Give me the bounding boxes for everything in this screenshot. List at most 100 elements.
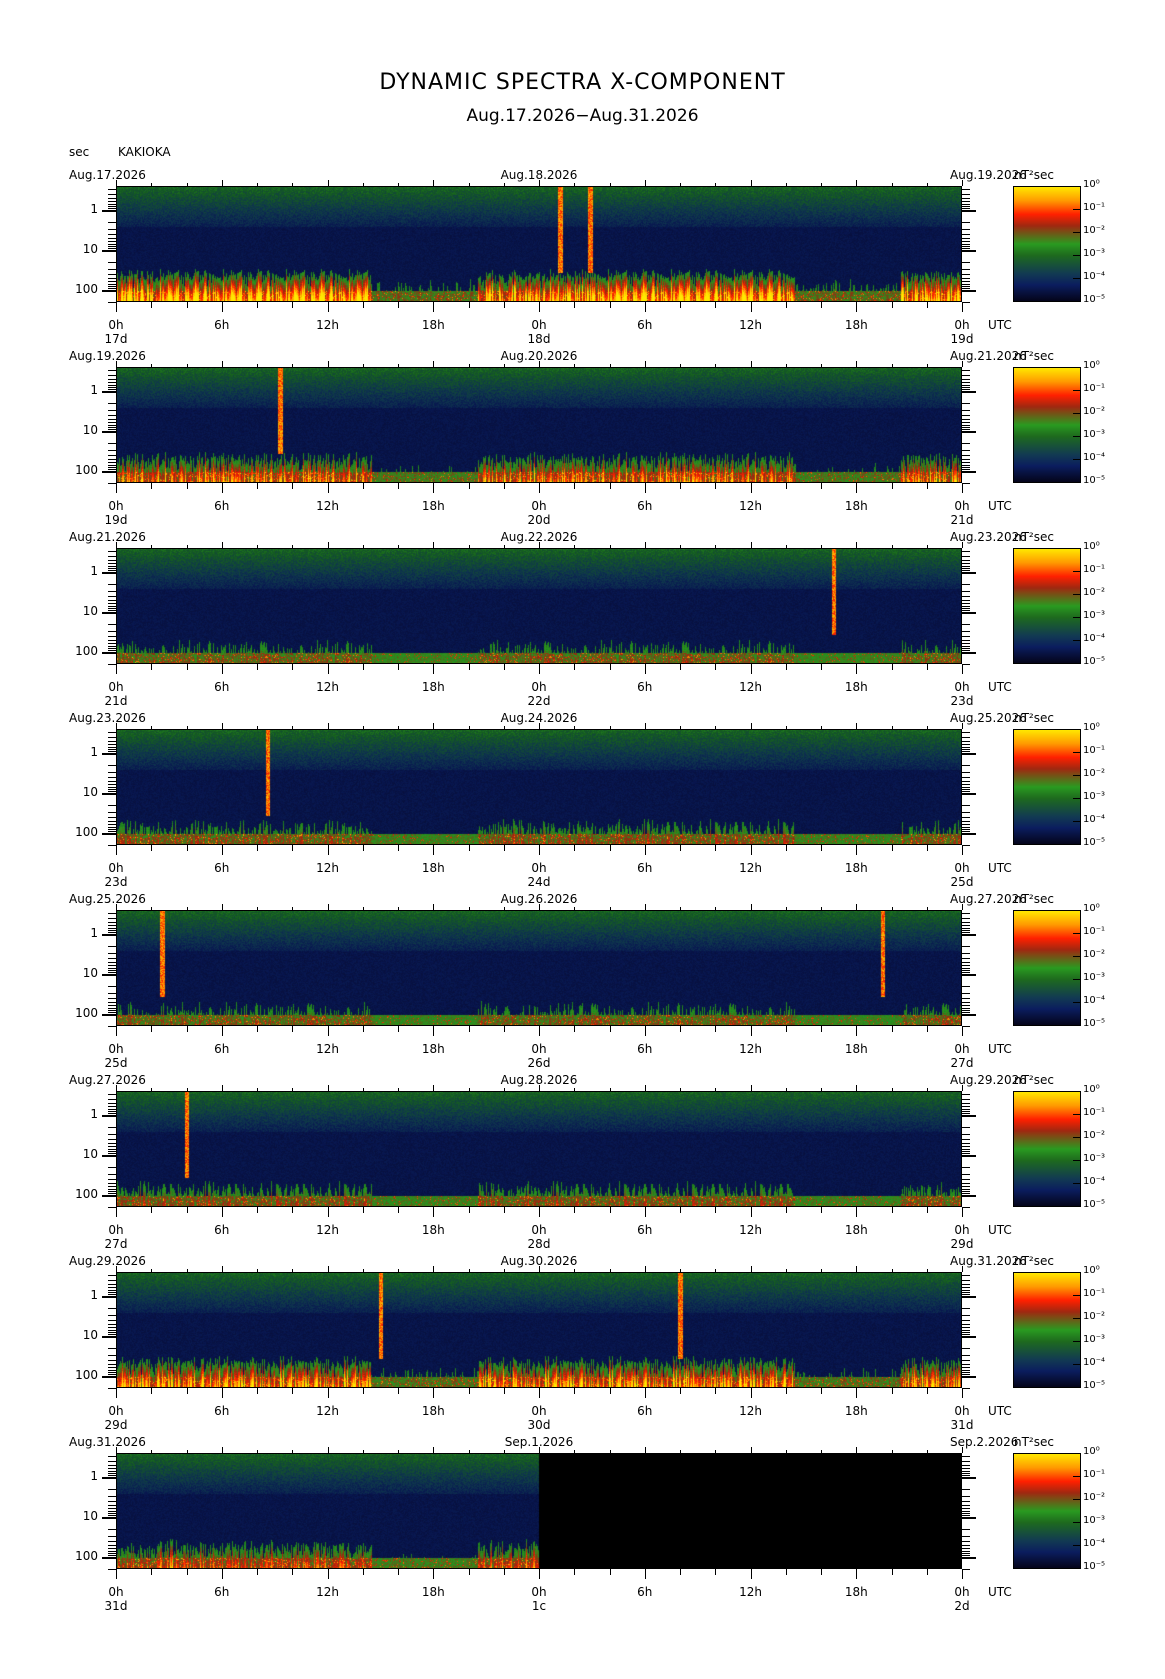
y-tick	[962, 753, 976, 756]
x-tick	[257, 1388, 258, 1394]
x-tick-label: 6h	[214, 1404, 230, 1418]
y-tick	[108, 744, 116, 746]
y-tick-label: 1	[90, 564, 98, 579]
x-tick	[292, 1450, 294, 1453]
x-tick	[856, 664, 858, 674]
day-label-right: 31d	[950, 1418, 974, 1432]
x-tick-label: 18h	[421, 318, 445, 332]
x-tick	[186, 545, 188, 548]
y-tick	[102, 391, 116, 394]
x-tick	[398, 726, 399, 729]
x-tick	[292, 1026, 294, 1032]
panel-frame	[116, 910, 962, 1026]
y-tick	[108, 1099, 116, 1101]
y-tick	[962, 1367, 970, 1369]
colorbar-tick	[1073, 844, 1081, 845]
y-tick	[962, 250, 976, 252]
y-tick-label: 10	[82, 966, 98, 980]
y-tick	[108, 829, 116, 831]
colorbar	[1013, 729, 1081, 845]
y-tick-label: 100	[75, 1186, 98, 1201]
x-tick-label: 6h	[214, 861, 230, 875]
y-tick	[108, 664, 116, 665]
colorbar-tick-label: 10⁻²	[1083, 768, 1106, 779]
y-tick	[108, 1186, 116, 1188]
x-tick	[821, 1088, 822, 1091]
day-label-left: 31d	[104, 1599, 128, 1613]
y-tick-label: 10	[82, 423, 98, 437]
x-tick	[539, 1388, 540, 1398]
x-tick	[750, 1266, 752, 1272]
x-tick-label: 6h	[637, 861, 653, 875]
x-tick	[116, 1085, 117, 1091]
y-tick	[108, 772, 116, 774]
y-tick	[108, 737, 116, 739]
y-tick	[962, 1332, 970, 1334]
x-tick	[327, 1026, 329, 1036]
x-tick	[574, 1388, 576, 1394]
y-tick	[108, 277, 116, 279]
colorbar-tick-label: 10⁻¹	[1083, 202, 1106, 213]
y-tick	[108, 483, 116, 484]
x-tick	[750, 1569, 752, 1579]
y-tick	[108, 458, 116, 460]
day-label-left: 21d	[104, 694, 128, 708]
x-tick	[151, 302, 153, 308]
x-tick	[715, 726, 717, 729]
x-tick	[644, 361, 646, 367]
x-tick	[539, 904, 540, 910]
x-tick	[785, 364, 787, 367]
x-tick	[257, 183, 258, 186]
x-tick	[785, 1569, 787, 1575]
x-tick	[609, 483, 611, 489]
y-tick	[108, 286, 116, 288]
x-tick	[503, 302, 505, 308]
colorbar-tick-label: 10⁻³	[1083, 972, 1106, 983]
colorbar-tick	[1073, 1387, 1081, 1388]
x-tick	[821, 1207, 822, 1213]
day-label-left: 25d	[104, 1056, 128, 1070]
colorbar-tick	[1073, 1183, 1081, 1184]
y-tick	[108, 777, 116, 779]
x-tick	[186, 726, 188, 729]
x-tick	[609, 845, 611, 851]
x-tick	[539, 302, 540, 312]
panel-date-left: Aug.21.2026	[69, 530, 146, 544]
x-tick	[644, 180, 646, 186]
colorbar-tick-label: 10⁻⁴	[1083, 1357, 1106, 1368]
y-tick	[962, 1501, 970, 1503]
x-tick	[609, 1569, 611, 1575]
y-tick	[102, 1375, 116, 1378]
y-tick	[962, 1026, 970, 1027]
colorbar-tick-label: 10⁰	[1083, 1084, 1100, 1095]
x-tick-label: 18h	[421, 499, 445, 513]
y-tick	[962, 741, 970, 743]
x-tick	[398, 1269, 399, 1272]
y-tick	[102, 753, 116, 756]
x-tick	[785, 1088, 787, 1091]
y-tick	[108, 1504, 116, 1506]
x-tick	[327, 1569, 329, 1579]
x-tick	[715, 907, 717, 910]
day-label-mid: 20d	[527, 513, 551, 527]
colorbar-tick-label: 10⁻⁴	[1083, 814, 1106, 825]
x-tick	[785, 545, 787, 548]
x-tick	[433, 1447, 435, 1453]
y-tick	[102, 210, 116, 213]
y-tick	[962, 636, 970, 638]
x-tick	[891, 664, 893, 670]
station-label: KAKIOKA	[118, 145, 171, 159]
y-tick	[108, 599, 116, 601]
colorbar-tick-label: 10⁻³	[1083, 429, 1106, 440]
y-tick-label: 1	[90, 926, 98, 941]
x-tick-label: 12h	[316, 318, 339, 332]
day-label-right: 27d	[950, 1056, 974, 1070]
y-tick	[102, 572, 116, 575]
x-tick	[821, 845, 822, 851]
colorbar-tick-label: 10⁻⁴	[1083, 1176, 1106, 1187]
x-tick	[574, 1088, 576, 1091]
y-tick	[108, 302, 116, 303]
colorbar-tick-label: 10⁰	[1083, 1446, 1100, 1457]
x-tick	[503, 1269, 505, 1272]
x-tick	[468, 483, 470, 489]
